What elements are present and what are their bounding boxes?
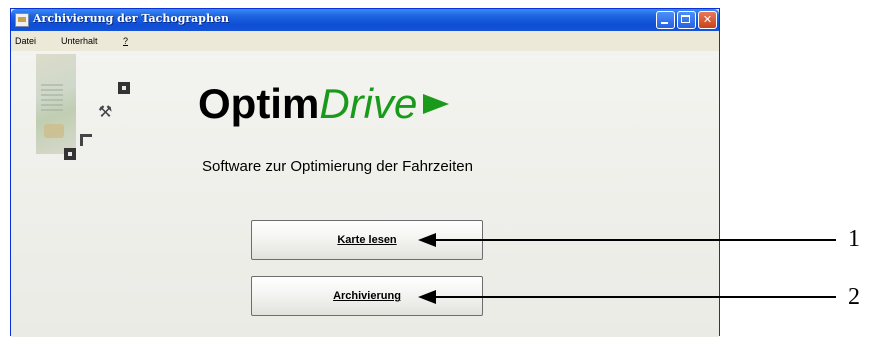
logo-optim: Optim (198, 80, 320, 127)
maximize-button[interactable] (677, 11, 696, 29)
subtitle: Software zur Optimierung der Fahrzeiten (202, 158, 473, 175)
square-icon (64, 148, 76, 160)
menu-datei[interactable]: Datei (15, 36, 36, 46)
card-image-icon (36, 54, 76, 154)
menu-bar: Datei Unterhalt ? (11, 31, 719, 51)
callout-number-2: 2 (848, 284, 860, 310)
card-chip-icon (80, 134, 92, 146)
minimize-button[interactable] (656, 11, 675, 29)
app-icon (15, 13, 29, 27)
callout-line (434, 296, 836, 298)
title-bar[interactable]: Archivierung der Tachographen ✕ (11, 9, 719, 31)
menu-unterhalt[interactable]: Unterhalt (61, 36, 98, 46)
logo-drive: Drive (319, 80, 418, 127)
optimdrive-logo: OptimDrive (198, 80, 450, 128)
callout-line (434, 239, 836, 241)
maximize-icon (681, 15, 690, 23)
minimize-icon (661, 22, 668, 24)
arrow-right-icon (423, 93, 450, 114)
read-card-label: Karte lesen (337, 234, 397, 246)
callout-number-1: 1 (848, 226, 860, 252)
archive-label: Archivierung (333, 290, 401, 302)
close-button[interactable]: ✕ (698, 11, 717, 29)
square-icon (118, 82, 130, 94)
menu-help[interactable]: ? (123, 36, 128, 46)
tools-icon: ⚒ (98, 102, 113, 121)
window-title: Archivierung der Tachographen (33, 12, 229, 25)
close-icon: ✕ (702, 13, 713, 26)
